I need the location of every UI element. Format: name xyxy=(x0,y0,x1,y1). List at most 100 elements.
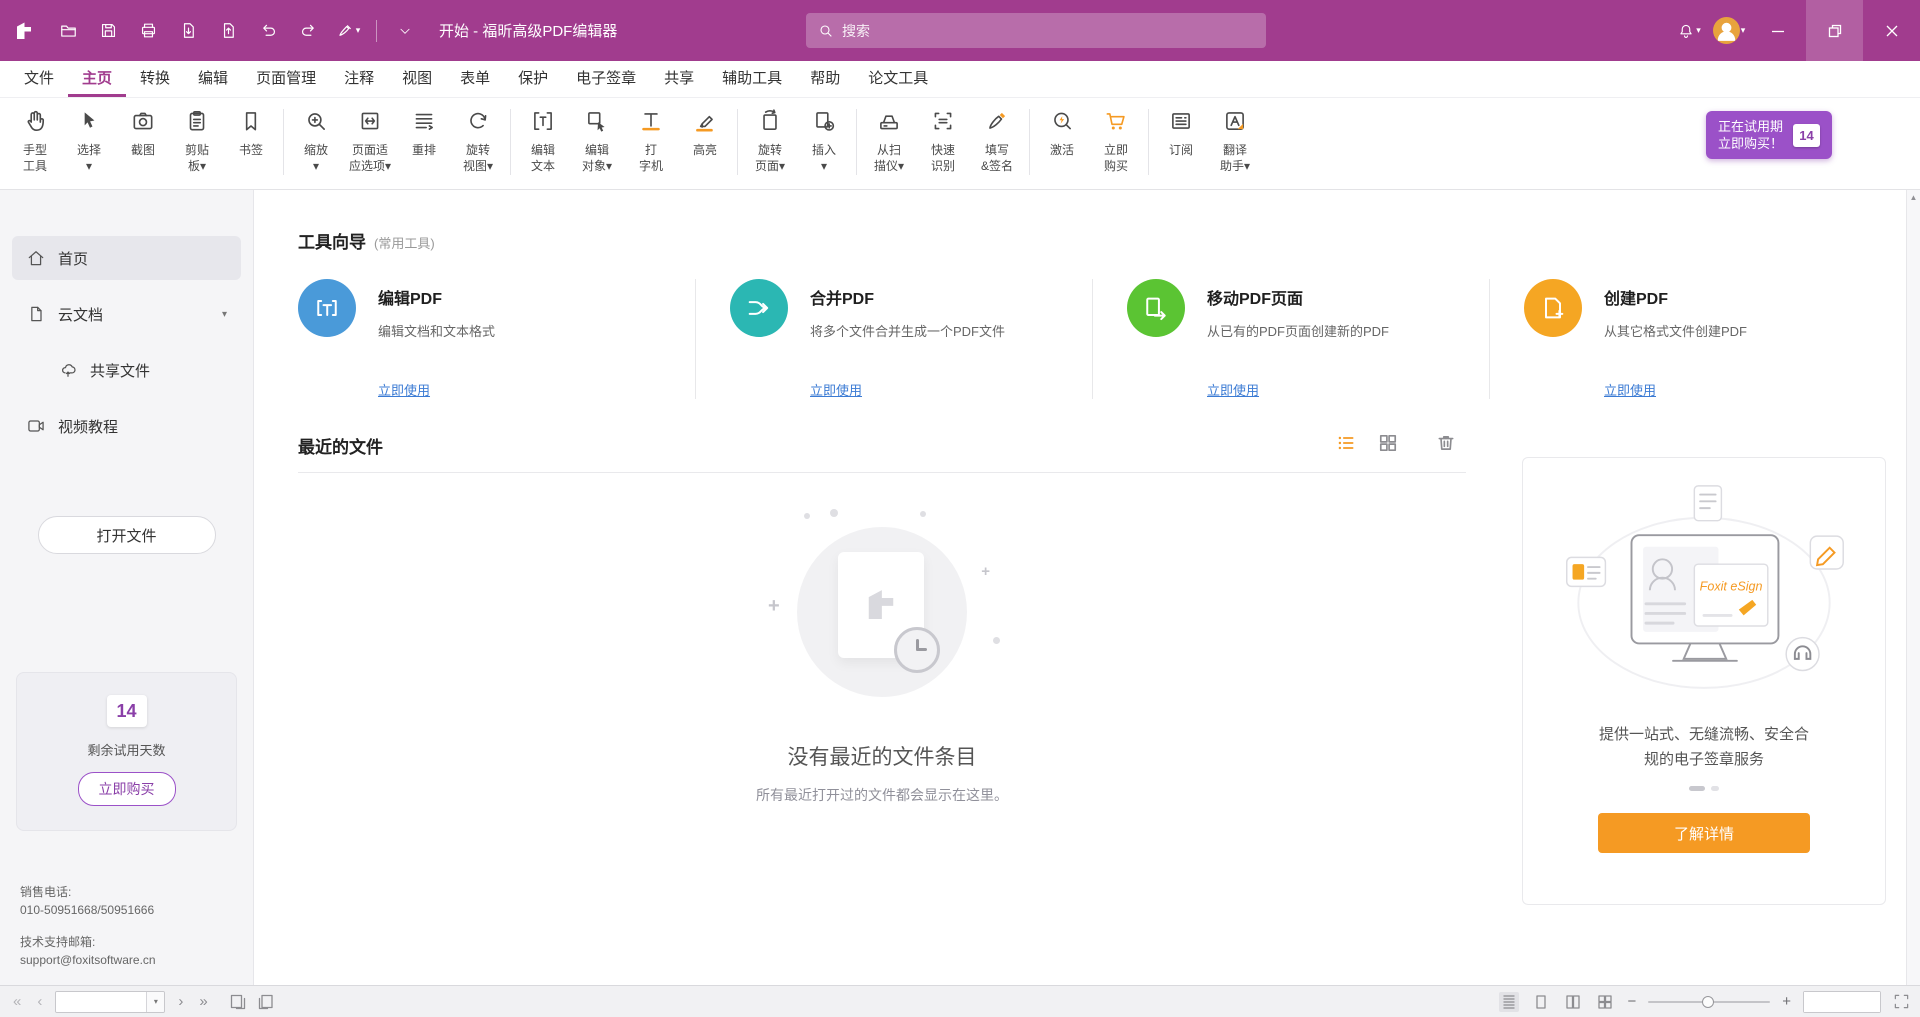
menu-accessibility-tools[interactable]: 辅助工具 xyxy=(708,61,796,97)
ribbon-tool-insert-pages[interactable]: 插入 ▾ xyxy=(797,106,851,174)
ribbon-tool-zoom[interactable]: 缩放 ▾ xyxy=(289,106,343,174)
search-input[interactable] xyxy=(842,23,1254,39)
card-merge-pdf: 合并PDF 将多个文件合并生成一个PDF文件 立即使用 xyxy=(695,279,1092,399)
ribbon-tool-page-fit[interactable]: 页面适 应选项▾ xyxy=(343,106,397,174)
ribbon-tool-select[interactable]: 选择 ▾ xyxy=(62,106,116,174)
merge-pdf-icon xyxy=(730,279,788,337)
menu-protect[interactable]: 保护 xyxy=(504,61,562,97)
ribbon-tool-reflow[interactable]: 重排 xyxy=(397,106,451,158)
previous-page-button[interactable]: ‹ xyxy=(34,994,45,1009)
menu-esign[interactable]: 电子签章 xyxy=(562,61,650,97)
trial-period-badge[interactable]: 正在试用期 立即购买！ 14 xyxy=(1706,111,1832,159)
close-button[interactable] xyxy=(1863,0,1920,61)
menu-home[interactable]: 主页 xyxy=(68,61,126,97)
menu-share[interactable]: 共享 xyxy=(650,61,708,97)
menu-view[interactable]: 视图 xyxy=(388,61,446,97)
use-now-link[interactable]: 立即使用 xyxy=(378,380,430,399)
empty-state-hint: 所有最近打开过的文件都会显示在这里。 xyxy=(756,785,1008,805)
first-page-button[interactable]: « xyxy=(10,994,24,1009)
ribbon-tool-rotate-view[interactable]: 旋转 视图▾ xyxy=(451,106,505,174)
ribbon-tool-fill-sign[interactable]: 填写 &签名 xyxy=(970,106,1024,174)
ribbon-tool-from-scanner[interactable]: 从扫 描仪▾ xyxy=(862,106,916,174)
ribbon-tool-subscribe[interactable]: 订阅 xyxy=(1154,106,1208,158)
use-now-link[interactable]: 立即使用 xyxy=(1604,380,1656,399)
menu-help[interactable]: 帮助 xyxy=(796,61,854,97)
share-doc-icon[interactable] xyxy=(208,11,248,51)
menu-convert[interactable]: 转换 xyxy=(126,61,184,97)
menu-file[interactable]: 文件 xyxy=(10,61,68,97)
grid-view-button[interactable] xyxy=(1378,433,1398,458)
export-pdf-icon[interactable] xyxy=(168,11,208,51)
zoom-in-button[interactable]: + xyxy=(1782,994,1791,1009)
foxit-pdf-editor-window: ▾ 开始 - 福昕高级PDF编辑器 ▾ ▾ xyxy=(0,0,1920,1017)
sidebar-item-cloud-docs[interactable]: 云文档 ▾ xyxy=(12,292,241,336)
menu-form[interactable]: 表单 xyxy=(446,61,504,97)
menu-edit[interactable]: 编辑 xyxy=(184,61,242,97)
undo-icon[interactable] xyxy=(248,11,288,51)
zoom-out-button[interactable]: − xyxy=(1627,994,1636,1009)
page-number-input[interactable] xyxy=(56,992,146,1012)
cloud-doc-icon xyxy=(26,304,46,324)
notifications-button[interactable]: ▾ xyxy=(1669,11,1709,51)
customize-toolbar-icon[interactable] xyxy=(385,11,425,51)
ribbon-tool-typewriter[interactable]: 打 字机 xyxy=(624,106,678,174)
search-box[interactable] xyxy=(806,13,1266,48)
buy-now-button[interactable]: 立即购买 xyxy=(78,772,176,806)
ribbon-tool-highlight[interactable]: 高亮 xyxy=(678,106,732,158)
last-page-button[interactable]: » xyxy=(196,994,210,1009)
next-view-button[interactable] xyxy=(257,993,275,1011)
learn-more-button[interactable]: 了解详情 xyxy=(1598,813,1810,853)
ribbon-tool-rotate-pages[interactable]: 旋转 页面▾ xyxy=(743,106,797,174)
menu-paper-tools[interactable]: 论文工具 xyxy=(854,61,942,97)
restore-button[interactable] xyxy=(1806,0,1863,61)
sidebar-item-home[interactable]: 首页 xyxy=(12,236,241,280)
ribbon-tool-edit-text[interactable]: 编辑 文本 xyxy=(516,106,570,174)
fit-screen-button[interactable] xyxy=(1893,993,1910,1010)
avatar xyxy=(1713,17,1740,44)
ribbon-tool-activate[interactable]: 激活 xyxy=(1035,106,1089,158)
previous-view-button[interactable] xyxy=(229,993,247,1011)
continuous-view-button[interactable] xyxy=(1499,992,1519,1012)
ribbon-tool-hand[interactable]: 手型 工具 xyxy=(8,106,62,174)
open-file-button[interactable]: 打开文件 xyxy=(38,516,216,554)
tools-guide-title: 工具向导 xyxy=(298,228,366,253)
sidebar-item-shared-files[interactable]: 共享文件 xyxy=(44,348,241,392)
chevron-down-icon[interactable]: ▾ xyxy=(222,309,227,320)
ribbon-tool-quick-ocr[interactable]: 快速 识别 xyxy=(916,106,970,174)
zoom-level-input[interactable] xyxy=(1804,992,1880,1012)
account-button[interactable]: ▾ xyxy=(1709,11,1749,51)
clear-recent-button[interactable] xyxy=(1436,433,1456,458)
ribbon-tool-edit-object[interactable]: 编辑 对象▾ xyxy=(570,106,624,174)
ribbon-tool-snapshot[interactable]: 截图 xyxy=(116,106,170,158)
print-icon[interactable] xyxy=(128,11,168,51)
ribbon-tool-buy-now[interactable]: 立即 购买 xyxy=(1089,106,1143,174)
use-now-link[interactable]: 立即使用 xyxy=(1207,380,1259,399)
sidebar-item-video-tutorials[interactable]: 视频教程 xyxy=(12,404,241,448)
esign-quick-icon[interactable]: ▾ xyxy=(328,11,368,51)
continuous-facing-view-button[interactable] xyxy=(1595,992,1615,1012)
vertical-scrollbar[interactable]: ▲ xyxy=(1906,190,1920,985)
ribbon-tool-clipboard[interactable]: 剪贴 板▾ xyxy=(170,106,224,174)
ribbon-tool-translate-assistant[interactable]: 翻译 助手▾ xyxy=(1208,106,1262,174)
facing-view-button[interactable] xyxy=(1563,992,1583,1012)
card-create-pdf: 创建PDF 从其它格式文件创建PDF 立即使用 xyxy=(1489,279,1886,399)
carousel-dot[interactable] xyxy=(1711,786,1719,791)
carousel-dot-active[interactable] xyxy=(1689,786,1705,791)
zoom-slider-thumb[interactable] xyxy=(1702,996,1714,1008)
page-dropdown-caret[interactable]: ▾ xyxy=(146,992,164,1012)
zoom-slider[interactable] xyxy=(1648,991,1770,1013)
single-page-view-button[interactable] xyxy=(1531,992,1551,1012)
list-view-button[interactable] xyxy=(1336,433,1356,458)
menu-comment[interactable]: 注释 xyxy=(330,61,388,97)
menu-page-management[interactable]: 页面管理 xyxy=(242,61,330,97)
ribbon-tool-bookmark[interactable]: 书签 xyxy=(224,106,278,158)
open-file-icon[interactable] xyxy=(48,11,88,51)
scroll-up-icon[interactable]: ▲ xyxy=(1910,193,1918,985)
next-page-button[interactable]: › xyxy=(175,994,186,1009)
card-desc: 将多个文件合并生成一个PDF文件 xyxy=(810,321,1005,340)
minimize-button[interactable] xyxy=(1749,0,1806,61)
save-icon[interactable] xyxy=(88,11,128,51)
redo-icon[interactable] xyxy=(288,11,328,51)
edit-pdf-icon xyxy=(298,279,356,337)
use-now-link[interactable]: 立即使用 xyxy=(810,380,862,399)
